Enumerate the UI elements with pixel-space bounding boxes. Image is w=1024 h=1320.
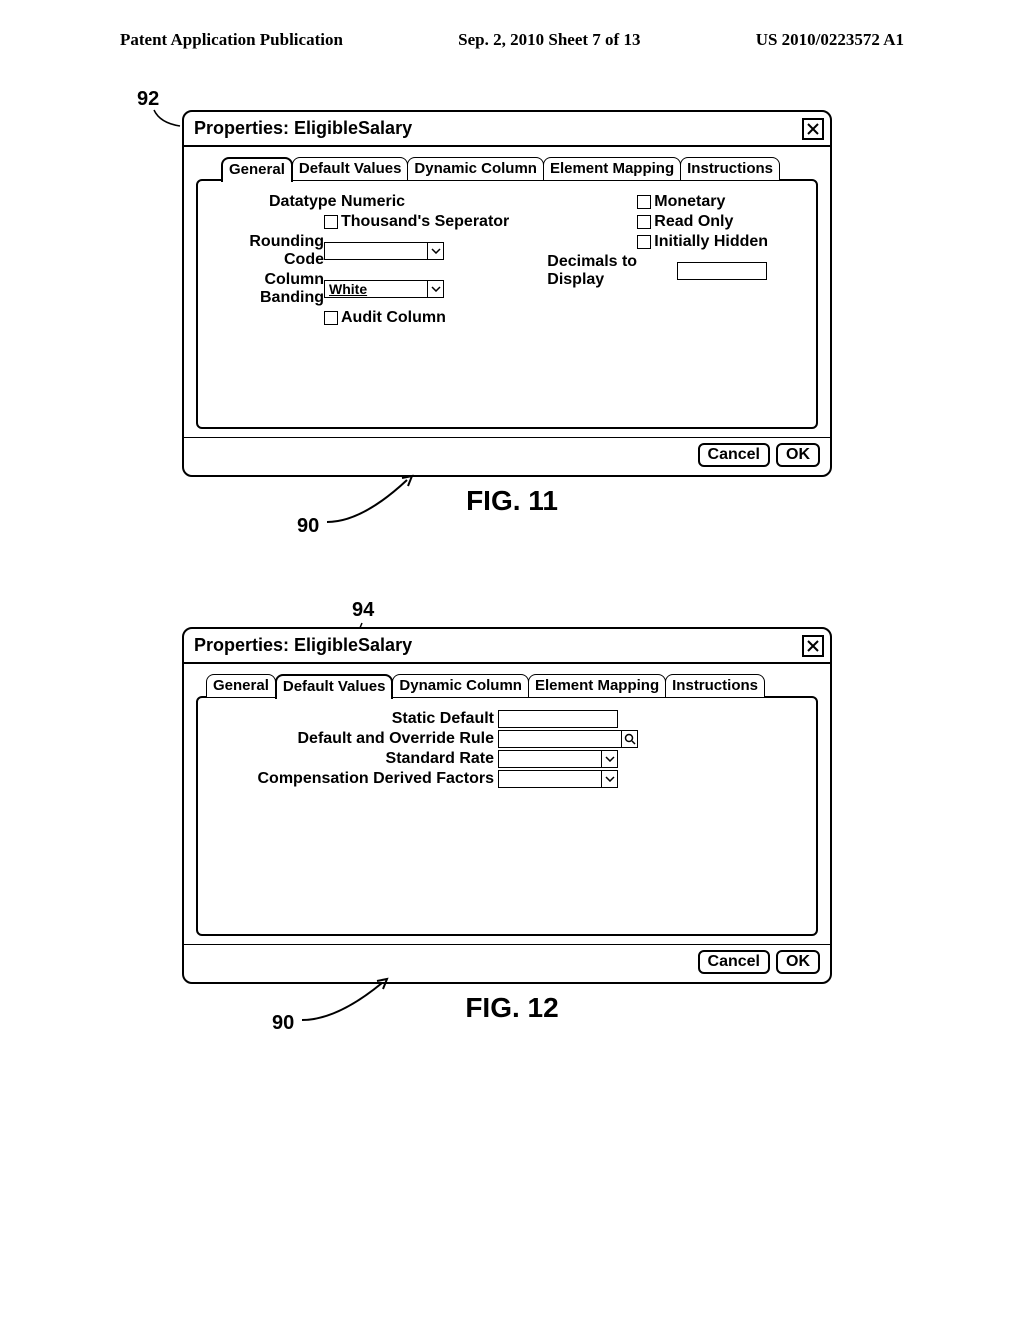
- standard-rate-label: Standard Rate: [214, 750, 494, 768]
- standard-rate-select[interactable]: [498, 750, 618, 768]
- monetary-label: Monetary: [654, 193, 725, 211]
- figure-12: 94 Properties: EligibleSalary General De…: [152, 627, 872, 1024]
- tabs-row: General Default Values Dynamic Column El…: [221, 157, 818, 180]
- audit-label: Audit Column: [341, 309, 446, 327]
- dialog-title: Properties: EligibleSalary: [184, 112, 830, 145]
- header-right: US 2010/0223572 A1: [756, 30, 904, 50]
- search-icon: [621, 731, 637, 747]
- rounding-select[interactable]: [324, 242, 444, 260]
- ref-90-fig11: 90: [297, 515, 319, 538]
- derived-factors-label: Compensation Derived Factors: [214, 770, 494, 788]
- ref-arrow-90-fig12: [297, 975, 397, 1030]
- audit-checkbox[interactable]: [324, 311, 338, 325]
- tab-content-general: Datatype Numeric Thousand's Seperator Ro…: [196, 179, 818, 429]
- tabs-row: General Default Values Dynamic Column El…: [206, 674, 818, 697]
- rounding-label: Rounding Code: [214, 233, 324, 269]
- tab-instructions[interactable]: Instructions: [665, 674, 765, 697]
- tab-default-values[interactable]: Default Values: [275, 674, 394, 699]
- ref-arrow-90: [322, 472, 422, 532]
- cancel-button[interactable]: Cancel: [698, 950, 770, 974]
- header-left: Patent Application Publication: [120, 30, 343, 50]
- chevron-down-icon: [427, 281, 443, 297]
- page-header: Patent Application Publication Sep. 2, 2…: [0, 0, 1024, 60]
- fig-caption-12: FIG. 12: [152, 992, 872, 1024]
- tab-instructions[interactable]: Instructions: [680, 157, 780, 180]
- override-rule-input[interactable]: [498, 730, 638, 748]
- dialog-fig12: Properties: EligibleSalary General Defau…: [182, 627, 832, 984]
- banding-select[interactable]: White: [324, 280, 444, 298]
- static-default-input[interactable]: [498, 710, 618, 728]
- figure-11: 92 Properties: EligibleSalary General De…: [152, 110, 872, 517]
- ok-button[interactable]: OK: [776, 950, 820, 974]
- close-icon[interactable]: [802, 118, 824, 140]
- fig-caption-11: FIG. 11: [152, 485, 872, 517]
- dialog-fig11: Properties: EligibleSalary General Defau…: [182, 110, 832, 477]
- override-rule-label: Default and Override Rule: [214, 730, 494, 748]
- tab-dynamic-column[interactable]: Dynamic Column: [392, 674, 529, 697]
- header-center: Sep. 2, 2010 Sheet 7 of 13: [458, 30, 640, 50]
- tab-general[interactable]: General: [206, 674, 276, 697]
- tab-content-default-values: Static Default Default and Override Rule…: [196, 696, 818, 936]
- dialog-title: Properties: EligibleSalary: [184, 629, 830, 662]
- cancel-button[interactable]: Cancel: [698, 443, 770, 467]
- derived-factors-select[interactable]: [498, 770, 618, 788]
- hidden-label: Initially Hidden: [654, 233, 768, 251]
- decimals-input[interactable]: [677, 262, 767, 280]
- datatype-label: Datatype Numeric: [269, 193, 405, 211]
- ok-button[interactable]: OK: [776, 443, 820, 467]
- chevron-down-icon: [601, 751, 617, 767]
- tab-element-mapping[interactable]: Element Mapping: [528, 674, 666, 697]
- monetary-checkbox[interactable]: [637, 195, 651, 209]
- button-row: Cancel OK: [184, 437, 830, 475]
- thousands-checkbox[interactable]: [324, 215, 338, 229]
- tab-default-values[interactable]: Default Values: [292, 157, 409, 180]
- chevron-down-icon: [427, 243, 443, 259]
- thousands-label: Thousand's Seperator: [341, 213, 509, 231]
- ref-94: 94: [352, 599, 374, 622]
- ref-90-fig12: 90: [272, 1012, 294, 1035]
- close-icon[interactable]: [802, 635, 824, 657]
- button-row: Cancel OK: [184, 944, 830, 982]
- readonly-label: Read Only: [654, 213, 733, 231]
- tab-dynamic-column[interactable]: Dynamic Column: [407, 157, 544, 180]
- banding-label: Column Banding: [214, 271, 324, 307]
- tab-general[interactable]: General: [221, 157, 293, 182]
- chevron-down-icon: [601, 771, 617, 787]
- banding-value: White: [325, 281, 427, 297]
- hidden-checkbox[interactable]: [637, 235, 651, 249]
- tab-element-mapping[interactable]: Element Mapping: [543, 157, 681, 180]
- static-default-label: Static Default: [214, 710, 494, 728]
- decimals-label: Decimals to Display: [547, 253, 677, 289]
- ref-line-92: [152, 108, 182, 133]
- tab-panel: General Default Values Dynamic Column El…: [184, 662, 830, 944]
- tab-panel: General Default Values Dynamic Column El…: [184, 145, 830, 437]
- readonly-checkbox[interactable]: [637, 215, 651, 229]
